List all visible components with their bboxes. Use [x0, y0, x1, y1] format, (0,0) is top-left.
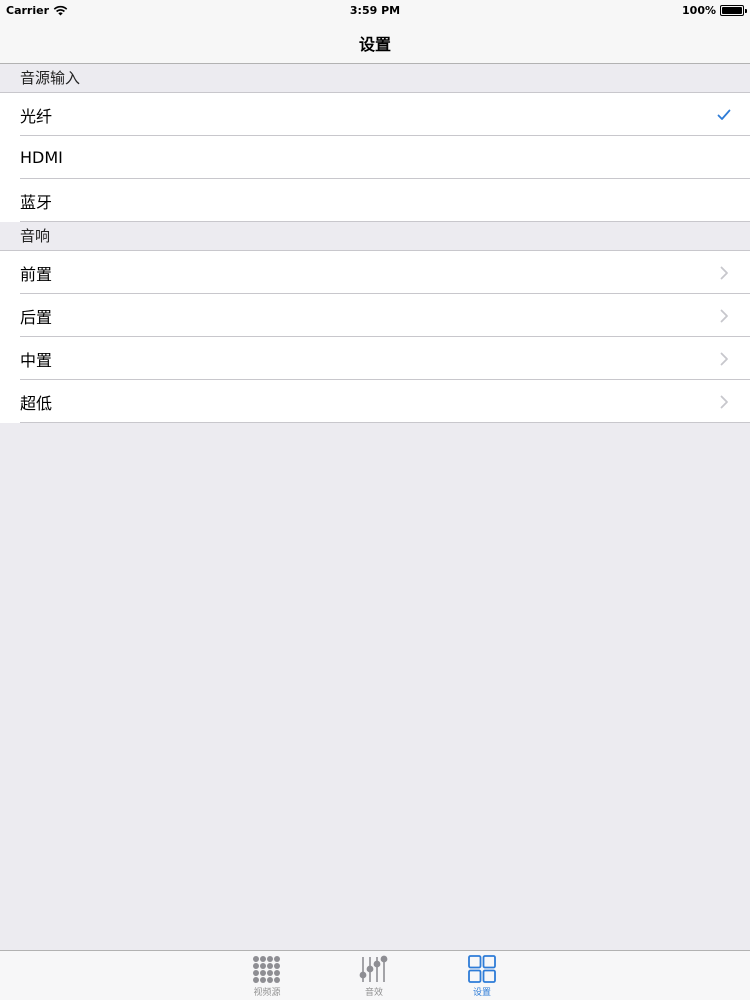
row-center[interactable]: 中置 — [0, 337, 750, 380]
four-squares-icon — [468, 955, 496, 983]
tab-bar: 视频源 音效 设置 — [0, 950, 750, 1000]
tab-settings[interactable]: 设置 — [447, 955, 517, 998]
checkmark-icon — [717, 109, 731, 120]
speakers-group: 前置 后置 中置 超低 — [0, 250, 750, 423]
settings-table: 音源输入 光纤 HDMI 蓝牙 音响 前置 后置 中置 超低 — [0, 64, 750, 423]
row-label: 后置 — [20, 307, 53, 327]
row-label: 光纤 — [20, 106, 53, 126]
row-front[interactable]: 前置 — [0, 251, 750, 294]
status-time: 3:59 PM — [349, 4, 401, 17]
tab-sound-effects[interactable]: 音效 — [339, 955, 409, 998]
chevron-right-icon — [720, 352, 728, 365]
equalizer-icon — [359, 955, 388, 982]
row-label: 蓝牙 — [20, 192, 53, 212]
row-rear[interactable]: 后置 — [0, 294, 750, 337]
dot-grid-icon — [253, 956, 280, 983]
row-hdmi[interactable]: HDMI — [0, 136, 750, 179]
top-bar: Carrier 3:59 PM 100% 设置 — [0, 0, 750, 64]
chevron-right-icon — [720, 266, 728, 279]
row-fiber[interactable]: 光纤 — [0, 93, 750, 136]
row-label: HDMI — [20, 148, 63, 167]
row-label: 超低 — [20, 393, 53, 413]
row-bluetooth[interactable]: 蓝牙 — [0, 179, 750, 222]
battery-percent: 100% — [682, 4, 716, 17]
tab-video-source[interactable]: 视频源 — [232, 955, 302, 998]
chevron-right-icon — [720, 395, 728, 408]
settings-screen: Carrier 3:59 PM 100% 设置 音源输入 光纤 HDMI 蓝牙 … — [0, 0, 750, 1000]
page-title: 设置 — [358, 35, 391, 54]
section-header-audio-input: 音源输入 — [20, 69, 81, 87]
section-header-speakers: 音响 — [20, 227, 51, 245]
status-bar: Carrier 3:59 PM 100% — [0, 0, 750, 22]
tab-label: 视频源 — [253, 988, 281, 998]
audio-input-group: 光纤 HDMI 蓝牙 — [0, 92, 750, 222]
tab-label: 音效 — [364, 988, 383, 998]
chevron-right-icon — [720, 309, 728, 322]
tab-label: 设置 — [472, 988, 491, 998]
row-subwoofer[interactable]: 超低 — [0, 380, 750, 423]
row-label: 前置 — [20, 264, 53, 284]
row-label: 中置 — [20, 350, 53, 370]
battery-icon — [720, 5, 747, 16]
status-right: 100% — [682, 4, 747, 17]
